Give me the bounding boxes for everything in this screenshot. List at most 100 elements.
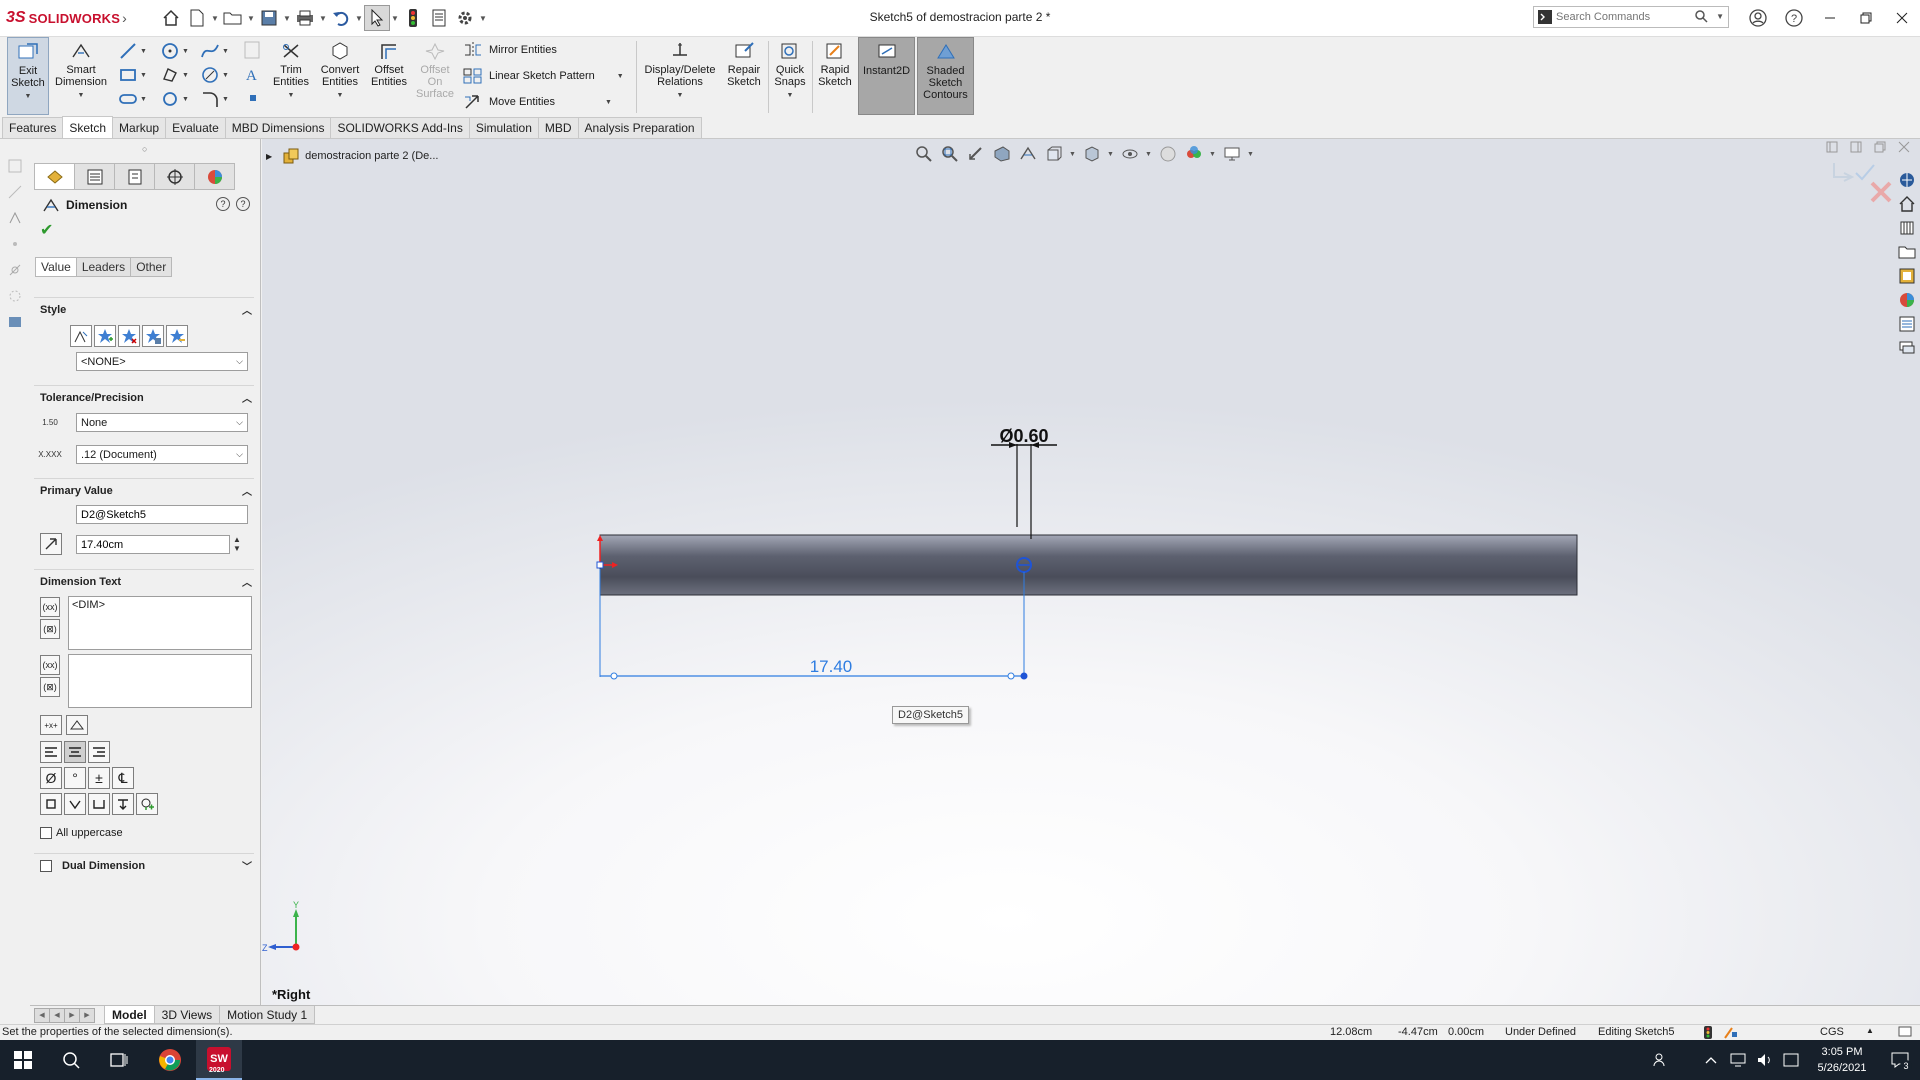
search-commands-box[interactable]: ▼ xyxy=(1533,6,1729,28)
tab-mbd[interactable]: MBD xyxy=(537,117,579,138)
next-tab-arrow-icon[interactable]: ▶ xyxy=(64,1007,80,1023)
style-dropdown[interactable]: <NONE> ⌵ xyxy=(76,352,248,371)
chevron-down-icon[interactable]: ▼ xyxy=(478,5,488,31)
inspection-dimension-icon[interactable]: (⊠) xyxy=(40,619,60,639)
chevron-down-icon[interactable]: ▼ xyxy=(246,5,256,31)
primary-value-section-header[interactable]: Primary Value ︿ xyxy=(34,478,254,498)
linear-sketch-pattern-button[interactable]: Linear Sketch Pattern ▼ xyxy=(463,67,624,85)
restore-icon[interactable] xyxy=(1848,0,1884,36)
justify-left-icon[interactable] xyxy=(40,741,62,763)
style-section-header[interactable]: Style ︿ xyxy=(34,297,254,317)
chevron-down-icon[interactable]: ▼ xyxy=(222,96,229,103)
tab-value[interactable]: Value xyxy=(35,257,77,277)
dimension-text-above-box[interactable]: <DIM> xyxy=(68,596,252,650)
tab-sketch[interactable]: Sketch xyxy=(62,116,114,138)
chevron-down-icon[interactable]: ▼ xyxy=(617,73,624,80)
chevron-down-icon[interactable]: ▼ xyxy=(1716,12,1724,21)
chevron-down-icon[interactable]: ⌵ xyxy=(236,417,243,428)
chevron-down-icon[interactable]: ﹀ xyxy=(242,858,252,873)
justify-right-icon[interactable] xyxy=(88,741,110,763)
shaded-sketch-contours-button[interactable]: Shaded Sketch Contours xyxy=(917,37,974,115)
unit-precision-dropdown[interactable]: .12 (Document) ⌵ xyxy=(76,445,248,464)
override-value-icon[interactable] xyxy=(66,715,88,735)
fillet-tool[interactable]: ▼ xyxy=(200,89,229,109)
first-tab-arrow-icon[interactable]: ◀ xyxy=(34,1007,50,1023)
chevron-down-icon[interactable]: ▼ xyxy=(182,48,189,55)
save-icon[interactable] xyxy=(256,5,282,31)
action-center-icon[interactable]: 3 xyxy=(1880,1052,1920,1072)
volume-icon[interactable] xyxy=(1752,1052,1778,1068)
chrome-icon[interactable] xyxy=(147,1040,193,1080)
dimension-value-input[interactable] xyxy=(81,538,229,551)
chevron-down-icon[interactable]: ▼ xyxy=(282,5,292,31)
tab-simulation[interactable]: Simulation xyxy=(468,117,539,138)
chevron-up-icon[interactable]: ︿ xyxy=(242,483,252,498)
solidworks-logo[interactable]: 3S SOLIDWORKS › xyxy=(0,0,130,36)
add-parentheses-below-icon[interactable]: (xx) xyxy=(40,655,60,675)
chevron-down-icon[interactable]: ⌵ xyxy=(236,449,243,460)
exit-sketch-button[interactable]: Exit Sketch ▼ xyxy=(7,37,49,115)
mirror-entities-button[interactable]: Mirror Entities xyxy=(463,41,557,59)
minimize-icon[interactable] xyxy=(1812,0,1848,36)
chevron-down-icon[interactable]: ▼ xyxy=(78,90,85,102)
tab-mbd-dimensions[interactable]: MBD Dimensions xyxy=(224,117,332,138)
point-icon[interactable] xyxy=(0,231,30,257)
tab-other[interactable]: Other xyxy=(130,257,173,277)
open-folder-icon[interactable] xyxy=(220,5,246,31)
configuration-icon[interactable] xyxy=(0,283,30,309)
chevron-down-icon[interactable]: ▼ xyxy=(210,5,220,31)
graphics-area[interactable]: ▶ demostracion parte 2 (De... ▼ ▼ ▼ ▼ ▼ xyxy=(262,139,1920,1005)
offset-entities-button[interactable]: Offset Entities xyxy=(367,37,411,115)
depth-symbol-icon[interactable] xyxy=(112,793,134,815)
chevron-down-icon[interactable]: ▼ xyxy=(222,48,229,55)
extruded-part-body[interactable] xyxy=(599,534,1578,596)
trim-entities-button[interactable]: Trim Entities ▼ xyxy=(270,37,312,115)
justify-center-icon[interactable] xyxy=(64,741,86,763)
home-icon[interactable] xyxy=(158,5,184,31)
dimension-value-field[interactable] xyxy=(76,535,230,554)
chevron-down-icon[interactable]: ▼ xyxy=(318,5,328,31)
load-style-star-icon[interactable] xyxy=(166,325,188,347)
tolerance-section-header[interactable]: Tolerance/Precision ︿ xyxy=(34,385,254,405)
people-icon[interactable] xyxy=(1646,1052,1676,1068)
instant2d-button[interactable]: Instant2D xyxy=(858,37,915,115)
dimension-text-below-box[interactable] xyxy=(68,654,252,708)
rebuild-traffic-light-icon[interactable] xyxy=(400,5,426,31)
checkbox-box[interactable] xyxy=(40,827,52,839)
task-view-icon[interactable] xyxy=(96,1040,142,1080)
tab-features[interactable]: Features xyxy=(2,117,64,138)
ellipse-tool[interactable]: ▼ xyxy=(200,65,229,85)
polygon-tool[interactable]: ▼ xyxy=(160,65,189,85)
display-manager-icon[interactable] xyxy=(0,309,30,335)
print-icon[interactable] xyxy=(292,5,318,31)
sketch-canvas[interactable]: Ø0.60 17.40 xyxy=(262,139,1920,1005)
previous-tab-arrow-icon[interactable]: ◀ xyxy=(49,1007,65,1023)
sketch-line-icon[interactable] xyxy=(0,179,30,205)
propertymanager-tab[interactable] xyxy=(74,163,115,190)
origin-point[interactable] xyxy=(596,561,604,569)
plus-minus-symbol-button[interactable]: ± xyxy=(88,767,110,789)
diameter-dimension-text[interactable]: Ø0.60 xyxy=(999,426,1048,446)
tab-model[interactable]: Model xyxy=(104,1006,155,1024)
chevron-down-icon[interactable]: ▼ xyxy=(140,48,147,55)
diameter-symbol-button[interactable]: Ø xyxy=(40,767,62,789)
unit-system[interactable]: CGS xyxy=(1820,1026,1844,1038)
close-icon[interactable] xyxy=(1884,0,1920,36)
line-tool[interactable]: ▼ xyxy=(118,41,147,61)
panel-grip-icon[interactable]: ○ xyxy=(142,144,147,154)
tab-3d-views[interactable]: 3D Views xyxy=(153,1006,221,1024)
chevron-down-icon[interactable]: ▼ xyxy=(605,99,612,106)
tab-evaluate[interactable]: Evaluate xyxy=(165,117,226,138)
configurationmanager-tab[interactable] xyxy=(114,163,155,190)
smart-dimension-button[interactable]: Smart Dimension ▼ xyxy=(52,37,110,115)
update-style-star-icon[interactable] xyxy=(118,325,140,347)
grid-icon[interactable] xyxy=(244,41,260,59)
displaymanager-tab[interactable] xyxy=(194,163,235,190)
degree-symbol-button[interactable]: ° xyxy=(64,767,86,789)
countersink-symbol-icon[interactable] xyxy=(64,793,86,815)
dimension-handle-left[interactable] xyxy=(610,672,618,680)
sketch-tool-icon[interactable] xyxy=(0,205,30,231)
featuremanager-tab[interactable] xyxy=(34,163,75,190)
tab-solidworks-add-ins[interactable]: SOLIDWORKS Add-Ins xyxy=(330,117,470,138)
linear-dimension-text[interactable]: 17.40 xyxy=(810,657,853,676)
